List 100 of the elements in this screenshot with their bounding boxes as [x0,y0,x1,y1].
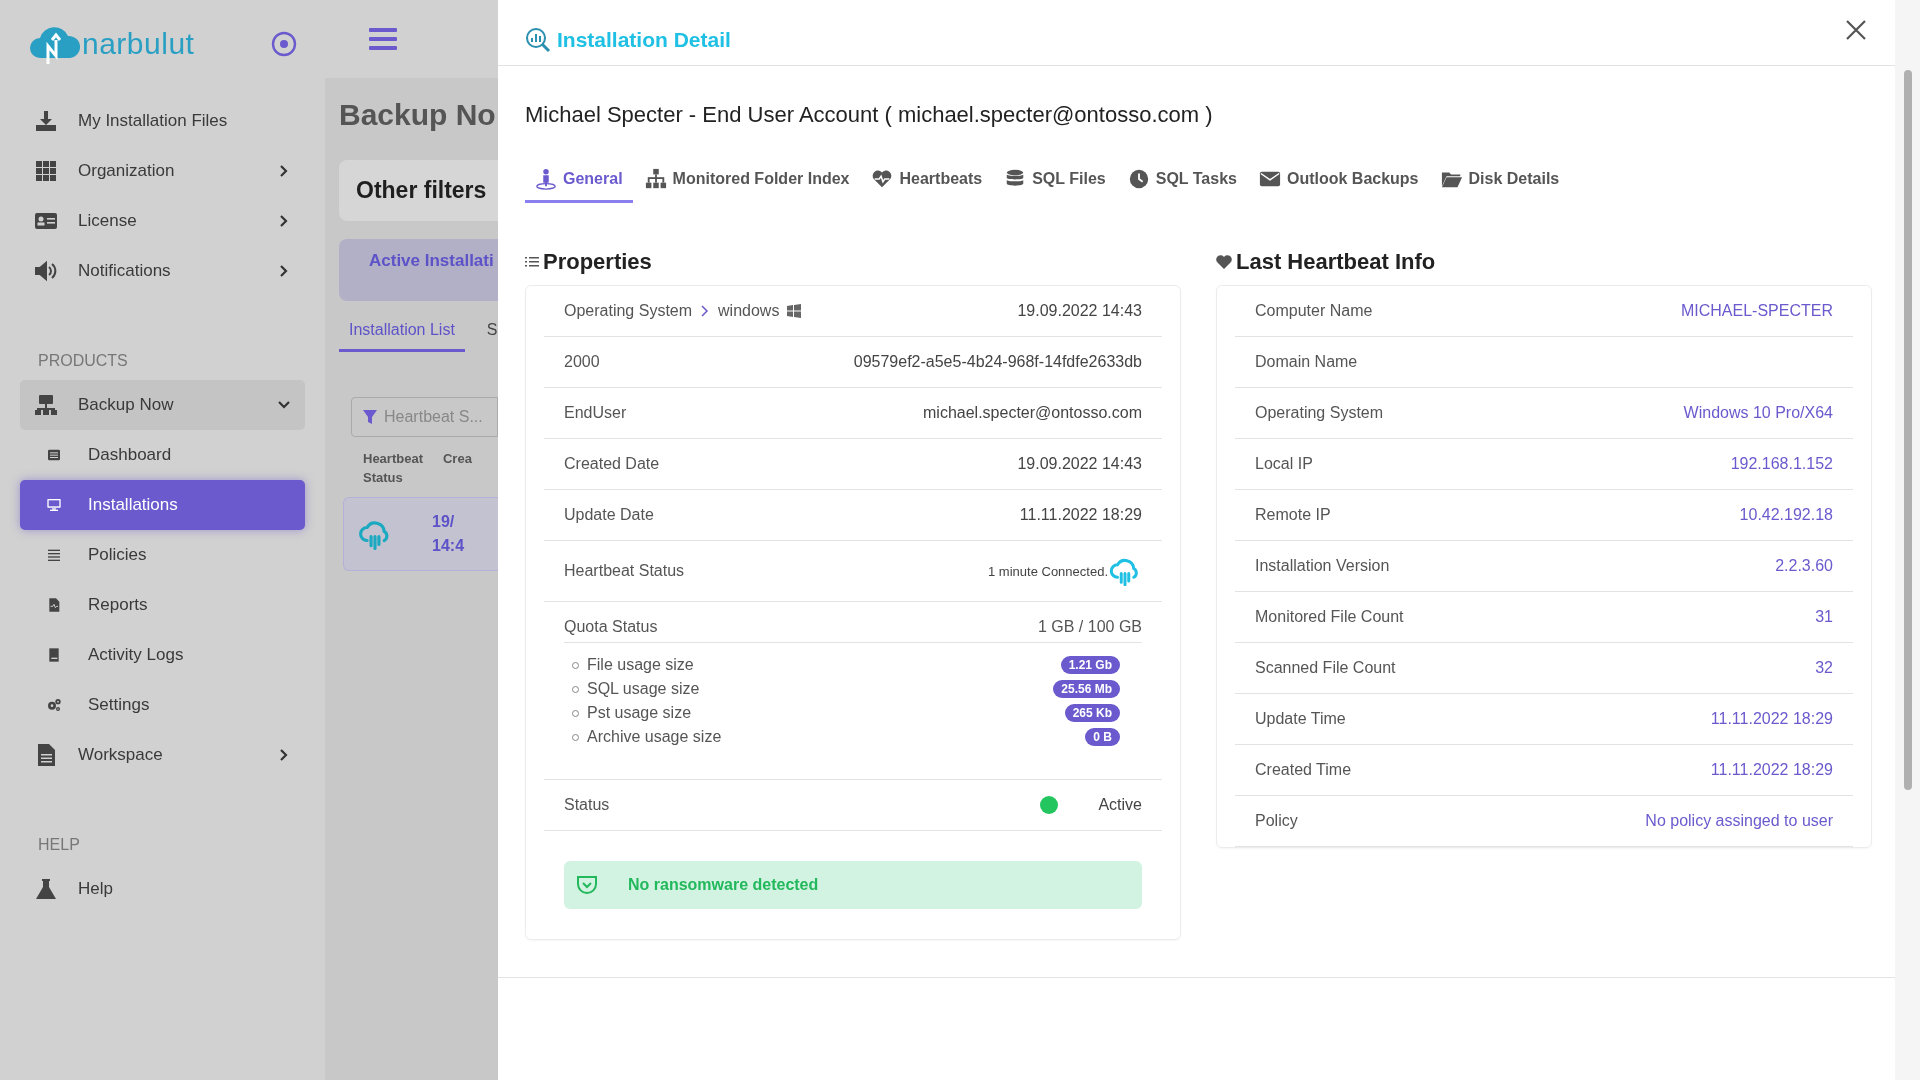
table-cell-text: 19/ 14:4 [432,512,465,556]
sidebar-item[interactable]: Settings [20,680,305,730]
sidebar-item[interactable]: Organization [20,146,305,196]
sidebar-item[interactable]: Help [20,864,305,914]
info-label: Created Time [1255,761,1352,779]
person-icon [535,168,557,190]
usage-badge: 1.21 Gb [1060,656,1120,674]
tab[interactable]: SQL Tasks [1117,162,1247,203]
sidebar-item[interactable]: License [20,196,305,246]
section-title: Last Heartbeat Info [1236,249,1436,275]
info-label: Update Time [1255,710,1346,728]
property-label: Update Date [564,506,654,524]
usage-label: Pst usage size [587,704,692,722]
menu-icon[interactable] [369,27,397,51]
usage-label: File usage size [587,656,694,674]
column-header: Crea [442,450,473,468]
property-label: Status [564,796,610,814]
info-label: Policy [1255,812,1298,830]
usage-label: Archive usage size [587,728,722,746]
info-label: Domain Name [1255,353,1358,371]
property-value: windows [718,302,780,320]
usage-badge: 25.56 Mb [1053,680,1120,698]
filters-card: Other filters [339,160,498,221]
modal-title: Installation Detail [557,28,731,52]
sidebar-item[interactable]: Activity Logs [20,630,305,680]
sidebar-item[interactable]: Dashboard [20,430,305,480]
info-label: Installation Version [1255,557,1390,575]
info-value: MICHAEL-SPECTER [1680,302,1833,320]
speaker-icon [34,259,58,283]
status-text: Active [1098,796,1142,814]
property-label: Created Date [564,455,660,473]
info-label: Remote IP [1255,506,1331,524]
info-value: 192.168.1.152 [1730,455,1833,473]
section-heading: HELP [37,835,81,855]
info-value: No policy assinged to user [1645,812,1833,830]
property-label: 2000 [564,353,600,371]
sidebar-item[interactable]: Workspace [20,730,305,780]
magnifier-chart-icon [525,27,551,53]
grid-icon [34,159,58,183]
property-value: 1 GB / 100 GB [1037,618,1142,636]
usage-badge: 0 B [1085,728,1120,746]
logo-text: narbulut [82,27,195,61]
tab[interactable]: General [525,162,633,203]
sidebar-item[interactable]: Installations [20,480,305,530]
property-value: michael.specter@ontosso.com [923,404,1142,422]
sitemap-icon [644,168,667,190]
sidebar-item[interactable]: Policies [20,530,305,580]
column-header: Heartbeat Status [363,450,423,487]
target-icon[interactable] [271,31,297,57]
info-value: 11.11.2022 18:29 [1710,710,1833,728]
usage-badge: 265 Kb [1064,704,1120,722]
info-label: Local IP [1255,455,1313,473]
scrollbar[interactable] [1895,0,1920,1080]
heart-icon [1216,255,1232,269]
tab[interactable]: Disk Details [1430,162,1570,203]
info-value: 10.42.192.18 [1739,506,1833,524]
shield-check-icon [576,874,598,896]
account-heading: Michael Specter - End User Account ( michael.specter@ontosso.com ) [524,101,1214,128]
usage-label: SQL usage size [587,680,700,698]
info-value: 11.11.2022 18:29 [1710,761,1833,779]
property-label: EndUser [564,404,627,422]
heartbeat-text: 1 minute Connected. [988,563,1108,579]
breadcrumb-chevron-icon [700,305,711,317]
section-title: Properties [543,249,652,275]
sidebar-item[interactable]: Reports [20,580,305,630]
page-title: Backup No [339,98,497,132]
property-value: 19.09.2022 14:43 [1017,302,1142,320]
property-value: 11.11.2022 18:29 [1019,506,1142,524]
network-icon [34,393,58,417]
tab[interactable]: Installation List [339,309,465,352]
gears-icon [46,697,62,713]
filter-icon [362,409,378,425]
property-value: 19.09.2022 14:43 [1017,455,1142,473]
info-label: Computer Name [1255,302,1373,320]
sidebar-item[interactable]: My Installation Files [20,96,305,146]
heart-pulse-icon [871,168,894,190]
tab[interactable]: SQL Files [994,162,1116,203]
sidebar-item[interactable]: Notifications [20,246,305,296]
info-value: 31 [1815,608,1833,626]
info-label: Monitored File Count [1255,608,1404,626]
tab[interactable]: Heartbeats [861,162,993,203]
tab[interactable]: Monitored Folder Index [634,162,860,203]
sidebar-item[interactable]: Backup Now [20,380,305,430]
list-icon [46,547,62,563]
info-value: 32 [1815,659,1833,677]
info-value: 2.2.3.60 [1775,557,1833,575]
info-label: Operating System [1255,404,1384,422]
property-value: 09579ef2-a5e5-4b24-968f-14fdfe2633db [853,353,1142,371]
windows-icon [787,304,802,318]
clock-icon [1127,168,1150,190]
property-label: Heartbeat Status [564,562,685,580]
alert-text: No ransomware detected [628,876,819,894]
property-label: Operating System [564,302,693,320]
tab[interactable]: Outlook Backups [1248,162,1429,203]
tab[interactable]: S [476,309,498,352]
list-icon [525,255,539,269]
close-button[interactable] [1845,19,1867,41]
monitor-icon [46,497,62,513]
flask-icon [34,877,58,901]
file-chart-icon [46,597,62,613]
